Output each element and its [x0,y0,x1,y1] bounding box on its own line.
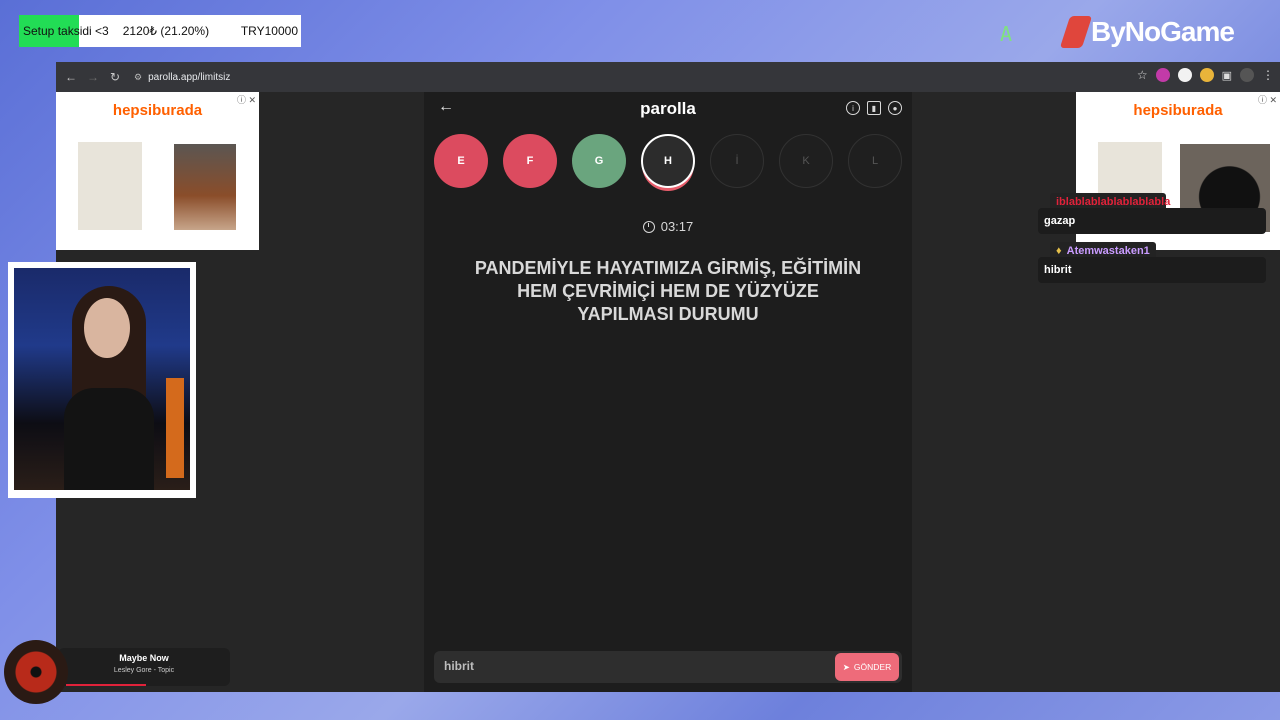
answer-bar: ➤ GÖNDER [434,651,902,683]
donation-goal: TRY10000 [240,24,298,38]
song-title: Maybe Now [119,653,169,663]
ad-close-icon[interactable]: ⓘ ✕ [1258,93,1277,106]
reload-icon[interactable]: ↻ [104,66,126,88]
donation-label: Setup taksidi <3 [23,24,109,38]
toolbar-right: ☆ ▣ ⋮ [1137,68,1274,82]
ad-product-image [174,144,236,230]
album-disc-icon [4,640,68,704]
letter-circle-h: H [641,134,695,188]
back-arrow-icon[interactable]: ← [60,66,82,88]
music-progress-bar [66,684,146,686]
letter-ring: E F G H İ K L [434,134,902,188]
clock-icon [642,220,655,233]
question-text: PANDEMİYLE HAYATIMIZA GİRMİŞ, EĞİTİMİN H… [474,258,862,324]
info-icon[interactable]: i [846,101,860,115]
browser-window: ← → ↻ ⚙ parolla.app/limitsiz ☆ ▣ ⋮ hepsi… [56,62,1280,692]
address-bar[interactable]: ⚙ parolla.app/limitsiz [134,72,230,83]
letter-circle-l: L [848,134,902,188]
forward-arrow-icon[interactable]: → [82,66,104,88]
webcam-feed [14,268,190,490]
answer-input[interactable] [444,659,744,673]
user-icon[interactable]: ● [888,101,902,115]
extension-icon[interactable] [1177,68,1192,82]
extension-icon[interactable] [1199,68,1214,82]
letter-circle-i: İ [710,134,764,188]
letter-circle-e: E [434,134,488,188]
donation-amount: 2120₺ (21.20%) [122,24,210,38]
letter-circle-g: G [572,134,626,188]
overlay-letter: A [1000,22,1013,46]
extension-icon[interactable] [1155,68,1170,82]
bookmark-star-icon[interactable]: ☆ [1137,68,1148,82]
parolla-app: ← parolla i ▮ ● E F G H İ K L 03:17 PAND… [424,92,912,692]
send-plane-icon: ➤ [842,661,850,672]
chat-message: gazap [1038,208,1266,234]
now-playing-card: Maybe Now Lesley Gore - Topic [58,648,230,686]
url-text[interactable]: parolla.app/limitsiz [148,72,230,83]
app-title: parolla [640,99,696,118]
brand-name: ByNoGame [1091,16,1235,47]
donation-goal-bar: Setup taksidi <3 2120₺ (21.20%) TRY10000 [19,15,301,47]
app-header: ← parolla i ▮ ● [424,92,912,124]
browser-toolbar: ← → ↻ ⚙ parolla.app/limitsiz ☆ ▣ ⋮ [56,62,1280,92]
send-button-label: GÖNDER [853,662,892,672]
extensions-puzzle-icon[interactable]: ▣ [1222,69,1232,82]
letter-circle-k: K [779,134,833,188]
ad-brand: hepsiburada [1133,102,1223,119]
ad-brand: hepsiburada [112,102,203,119]
webcam-overlay [8,262,196,498]
ad-product-image [78,142,142,230]
brand-mark-icon [1059,16,1093,48]
header-icons: i ▮ ● [846,101,902,115]
ad-left[interactable]: hepsiburada ⓘ ✕ [56,92,259,250]
stats-chart-icon[interactable]: ▮ [867,101,881,115]
send-button[interactable]: ➤ GÖNDER [835,653,899,681]
site-info-icon[interactable]: ⚙ [134,72,142,83]
chat-message: hibrit [1038,257,1266,283]
profile-avatar[interactable] [1240,68,1254,82]
song-artist: Lesley Gore - Topic [113,667,175,674]
timer-value: 03:17 [660,219,694,234]
ad-close-icon[interactable]: ⓘ ✕ [237,93,256,106]
menu-dots-icon[interactable]: ⋮ [1262,68,1274,82]
chat-badge-icon: ♦ [1056,245,1062,257]
page-content: hepsiburada ⓘ ✕ ← parolla i ▮ ● E F G H [56,92,1280,692]
now-playing-widget: Maybe Now Lesley Gore - Topic [4,640,230,704]
countdown-timer: 03:17 [424,219,912,234]
chat-username-text: Atemwastaken1 [1066,245,1150,257]
brand-logo: ByNoGame [1059,16,1235,48]
letter-circle-f: F [503,134,557,188]
